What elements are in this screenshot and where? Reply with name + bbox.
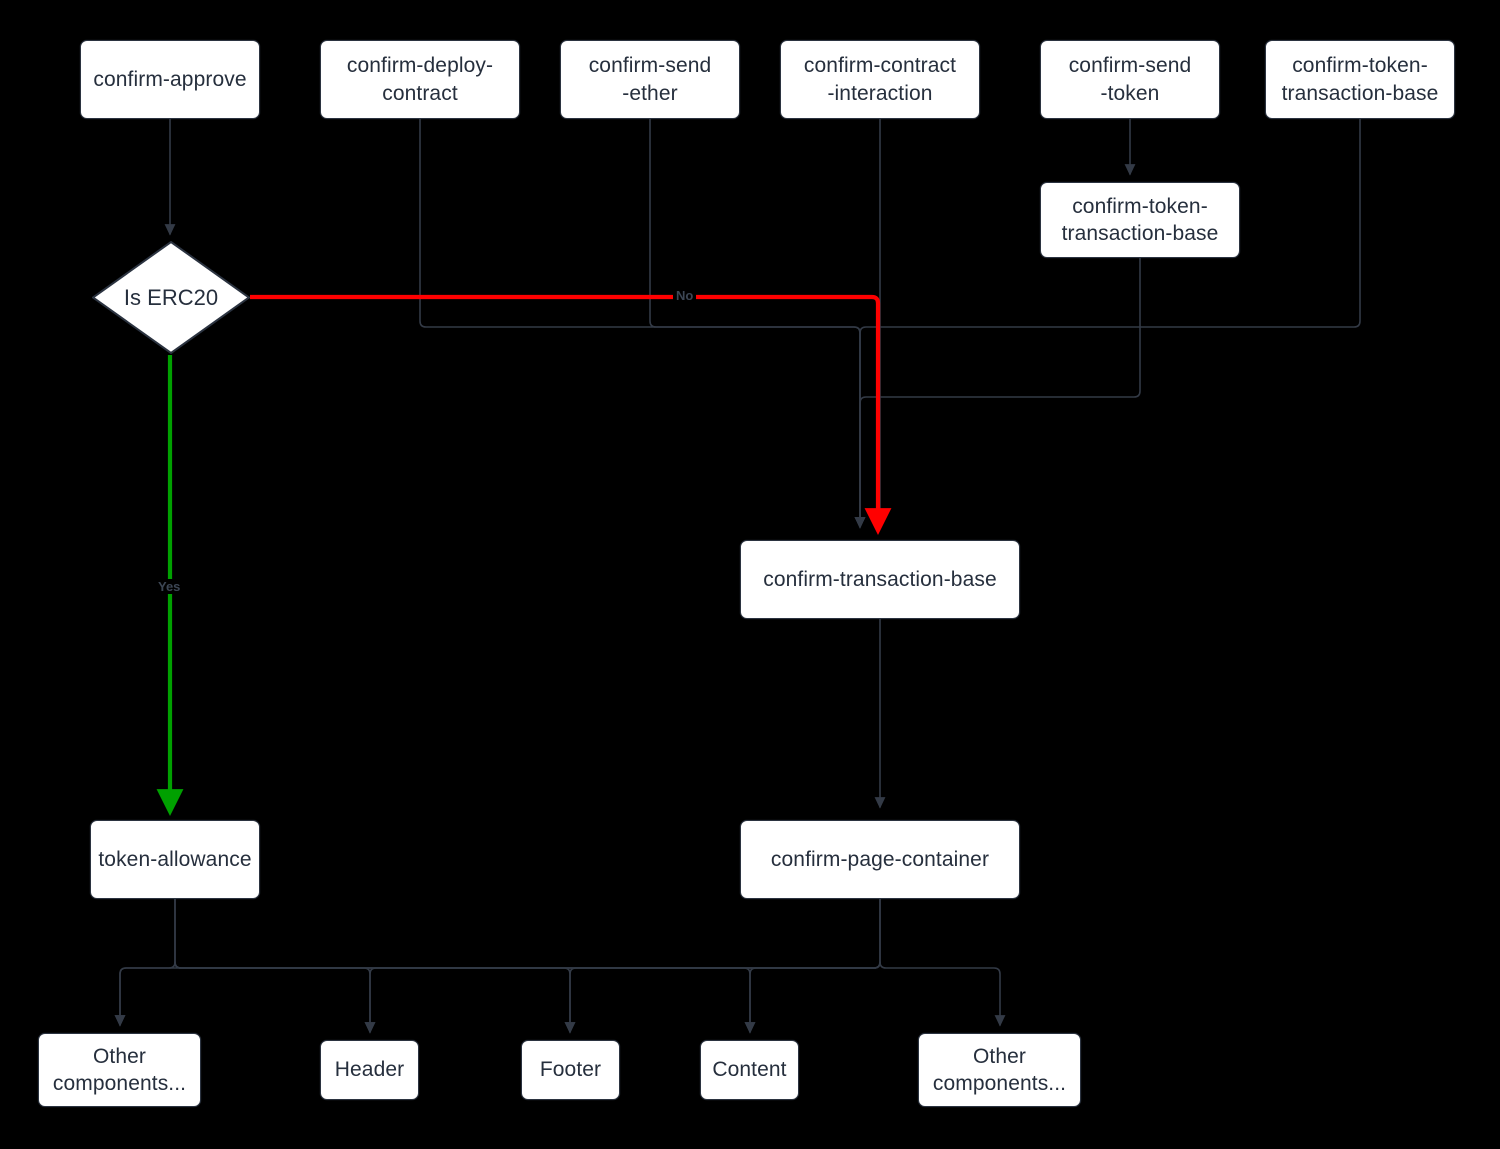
edge-label-yes: Yes — [155, 579, 184, 594]
node-confirm-transaction-base[interactable]: confirm-transaction-base — [740, 540, 1020, 619]
edge-label-no-text: No — [676, 288, 694, 303]
node-label: confirm-token- transaction-base — [1061, 194, 1219, 245]
edge-token-allowance-to-bus — [114, 898, 176, 1027]
edge-token-transaction-base-top-to-transaction-base — [854, 118, 1361, 529]
edge-no-erc20-to-transaction-base — [250, 294, 892, 536]
node-label: confirm-transaction-base — [763, 567, 997, 591]
node-content[interactable]: Content — [700, 1040, 799, 1100]
edge-token-allowance-to-content — [174, 961, 756, 1034]
edge-page-container-to-other-left — [114, 961, 881, 1027]
node-label: confirm-deploy- contract — [346, 54, 494, 105]
node-confirm-contract-interaction[interactable]: confirm-contract -interaction — [780, 40, 980, 119]
node-confirm-deploy-contract[interactable]: confirm-deploy- contract — [320, 40, 520, 119]
node-confirm-token-transaction-base-mid[interactable]: confirm-token- transaction-base — [1040, 182, 1240, 258]
node-label: Is ERC20 — [123, 284, 219, 310]
node-is-erc20-decision[interactable]: Is ERC20 — [92, 241, 250, 354]
node-label: confirm-page-container — [770, 847, 990, 871]
edge-page-container-to-header — [364, 961, 881, 1034]
node-label: Content — [712, 1058, 787, 1082]
node-other-components-left[interactable]: Other components... — [38, 1033, 201, 1107]
edge-token-allowance-to-header — [174, 898, 376, 1034]
node-footer[interactable]: Footer — [521, 1040, 620, 1100]
node-label: Footer — [539, 1058, 602, 1082]
edge-token-transaction-base-mid-to-transaction-base — [854, 257, 1141, 529]
edge-label-no: No — [673, 288, 697, 303]
node-label: token-allowance — [98, 847, 252, 871]
node-confirm-send-token[interactable]: confirm-send -token — [1040, 40, 1220, 119]
node-other-components-right[interactable]: Other components... — [918, 1033, 1081, 1107]
node-label: Header — [334, 1058, 405, 1082]
edge-deploy-to-transaction-base — [419, 118, 866, 529]
flowchart-canvas: confirm-approve confirm-deploy- contract… — [0, 0, 1500, 1149]
node-confirm-send-ether[interactable]: confirm-send -ether — [560, 40, 740, 119]
edge-label-yes-text: Yes — [158, 579, 181, 594]
node-confirm-page-container[interactable]: confirm-page-container — [740, 820, 1020, 899]
edge-page-container-to-content — [744, 898, 881, 1034]
node-header[interactable]: Header — [320, 1040, 419, 1100]
node-label: confirm-send -token — [1068, 54, 1192, 105]
node-label: Other components... — [52, 1044, 187, 1095]
edge-token-allowance-to-footer — [174, 961, 576, 1034]
edge-page-container-to-footer — [564, 961, 881, 1034]
node-confirm-token-transaction-base-top[interactable]: confirm-token- transaction-base — [1265, 40, 1455, 119]
node-label: confirm-send -ether — [588, 54, 712, 105]
node-confirm-approve[interactable]: confirm-approve — [80, 40, 260, 119]
node-label: confirm-contract -interaction — [803, 54, 957, 105]
node-label: confirm-approve — [93, 67, 247, 91]
edge-page-container-to-other-right — [879, 898, 1006, 1027]
edge-send-ether-to-transaction-base — [649, 118, 866, 529]
node-label: Other components... — [932, 1044, 1067, 1095]
node-label: confirm-token- transaction-base — [1281, 54, 1439, 105]
node-token-allowance[interactable]: token-allowance — [90, 820, 260, 899]
